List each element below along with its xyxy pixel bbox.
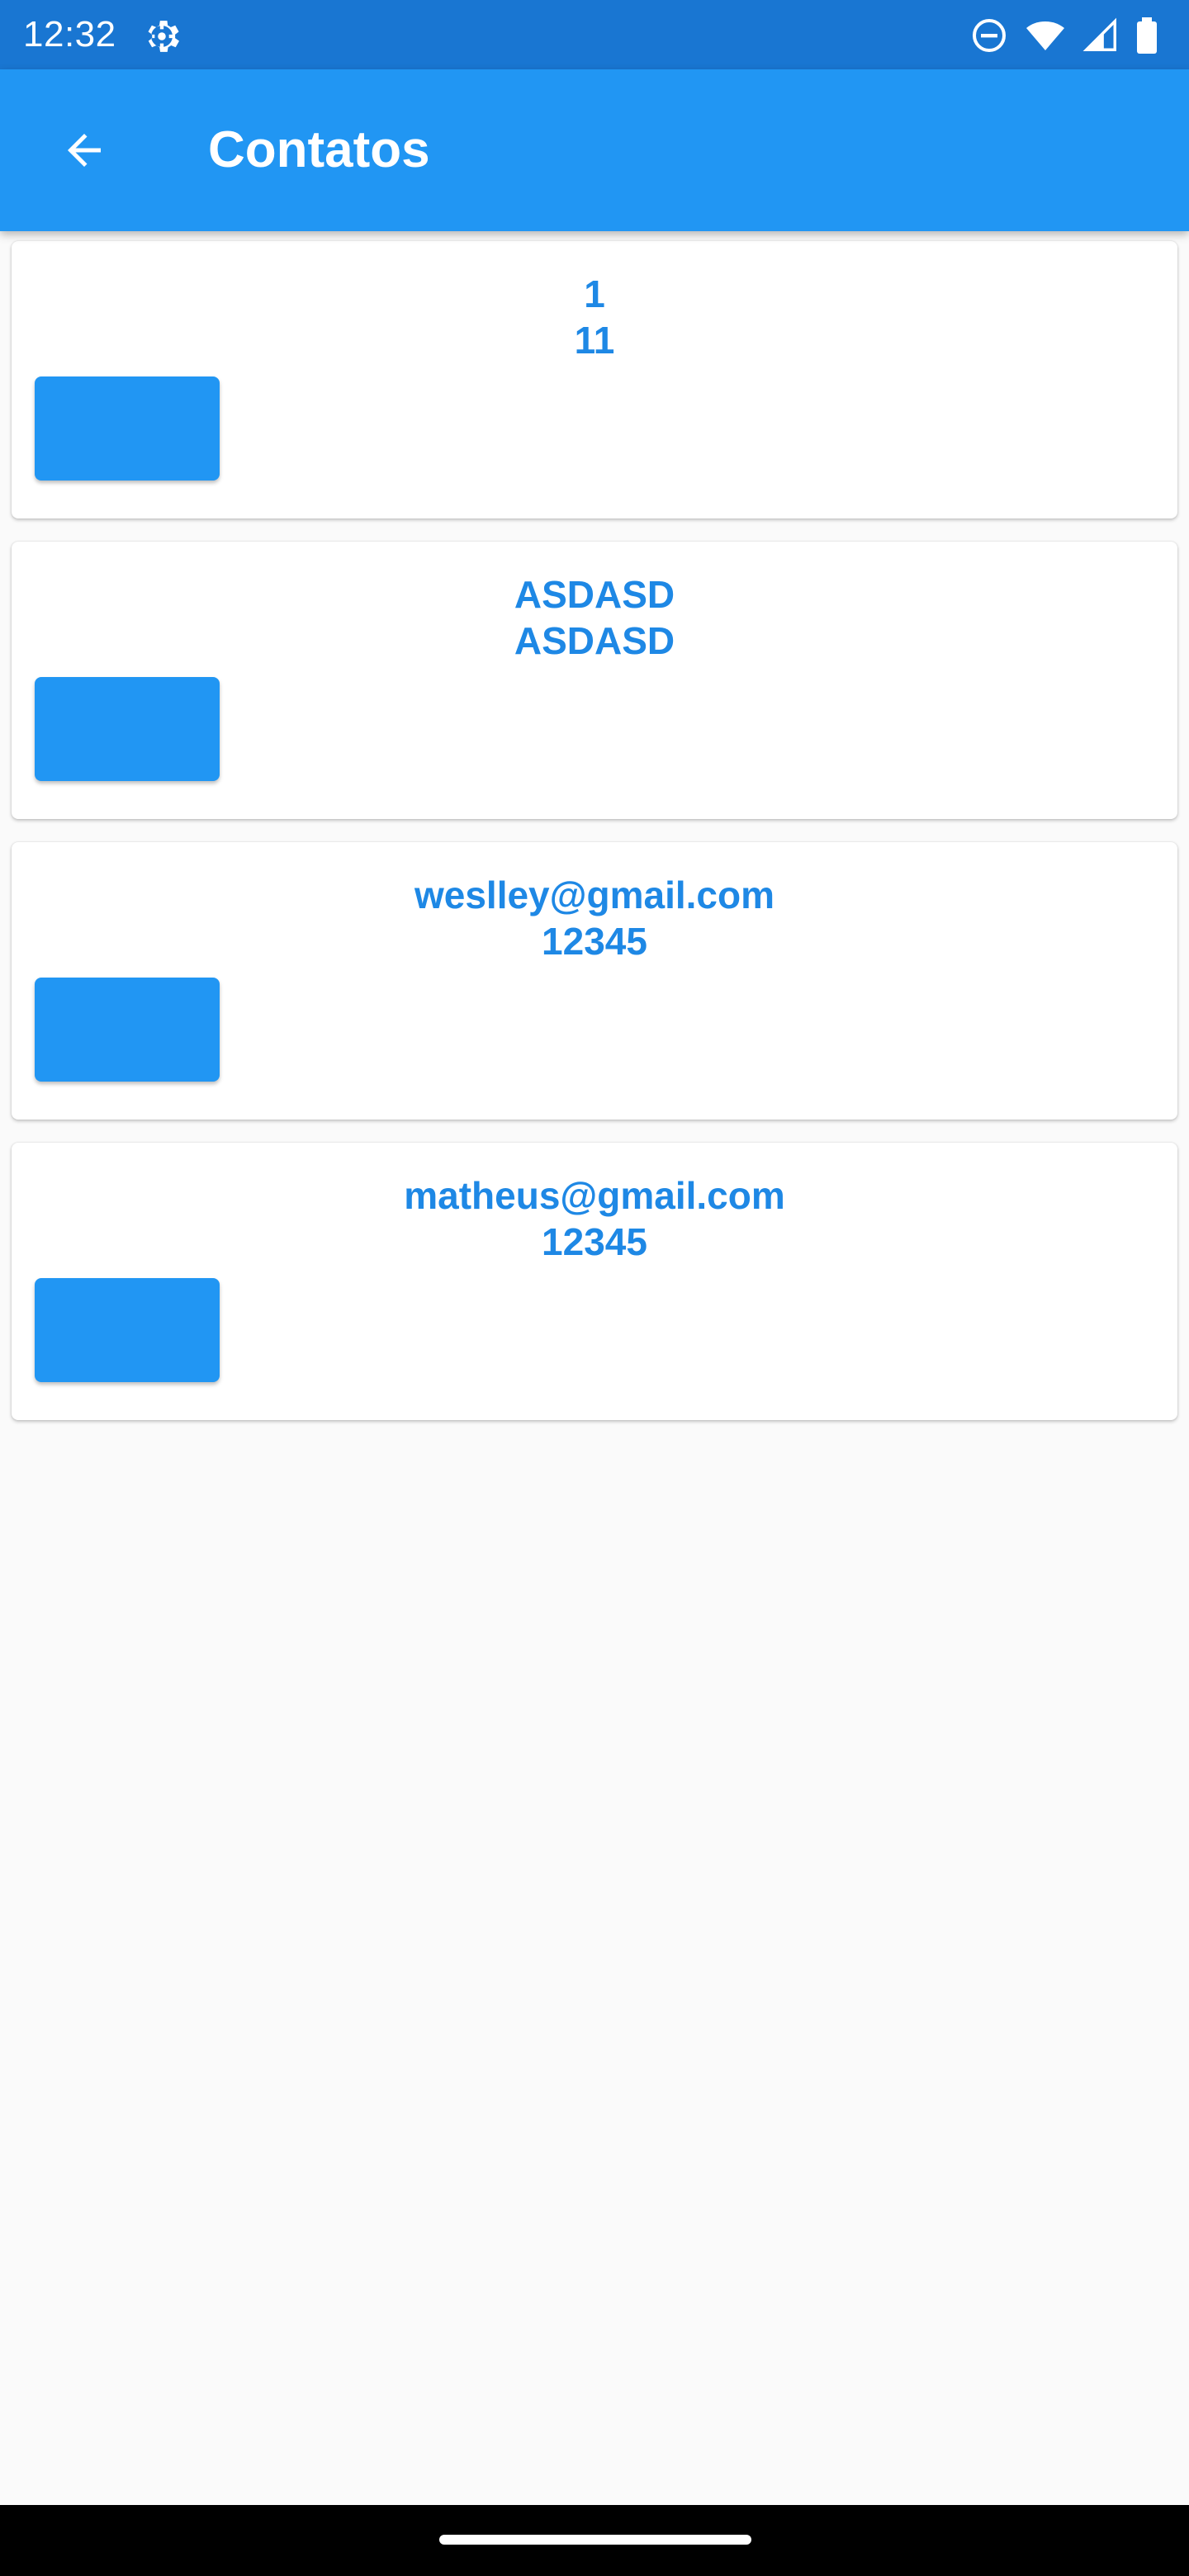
system-nav-bar <box>0 2505 1189 2576</box>
contact-card: matheus@gmail.com 12345 <box>12 1143 1177 1420</box>
contact-secondary: 11 <box>574 319 615 362</box>
contact-info: 1 11 <box>12 271 1177 363</box>
contact-card: weslley@gmail.com 12345 <box>12 842 1177 1120</box>
back-button[interactable] <box>35 101 134 200</box>
contact-card: ASDASD ASDASD <box>12 542 1177 819</box>
wifi-icon <box>1026 21 1064 50</box>
contact-primary: weslley@gmail.com <box>414 874 775 916</box>
contact-secondary: ASDASD <box>514 619 675 662</box>
home-indicator[interactable] <box>439 2535 751 2545</box>
contact-action-button[interactable] <box>35 376 220 481</box>
contact-action-button[interactable] <box>35 978 220 1082</box>
cell-signal-icon <box>1082 17 1116 51</box>
contact-primary: 1 <box>584 272 605 315</box>
page-title: Contatos <box>208 121 430 178</box>
contact-primary: ASDASD <box>514 573 675 616</box>
status-icons <box>955 15 1159 56</box>
contact-action-button[interactable] <box>35 677 220 781</box>
contact-list: 1 11 ASDASD ASDASD weslley@gmail.com 123… <box>12 241 1177 1443</box>
contact-info: weslley@gmail.com 12345 <box>12 872 1177 964</box>
status-time: 12:32 <box>23 14 116 54</box>
battery-icon <box>1137 17 1157 54</box>
contact-info: ASDASD ASDASD <box>12 571 1177 664</box>
contact-action-button[interactable] <box>35 1278 220 1382</box>
status-bar: 12:32 <box>0 0 1189 69</box>
settings-gear-icon <box>148 21 180 52</box>
app-bar: Contatos <box>0 69 1189 231</box>
contact-secondary: 12345 <box>542 1220 647 1263</box>
do-not-disturb-icon <box>973 19 1006 52</box>
arrow-back-icon <box>68 134 101 167</box>
contact-secondary: 12345 <box>542 920 647 963</box>
contact-info: matheus@gmail.com 12345 <box>12 1172 1177 1265</box>
contact-primary: matheus@gmail.com <box>404 1174 785 1217</box>
contact-card: 1 11 <box>12 241 1177 519</box>
